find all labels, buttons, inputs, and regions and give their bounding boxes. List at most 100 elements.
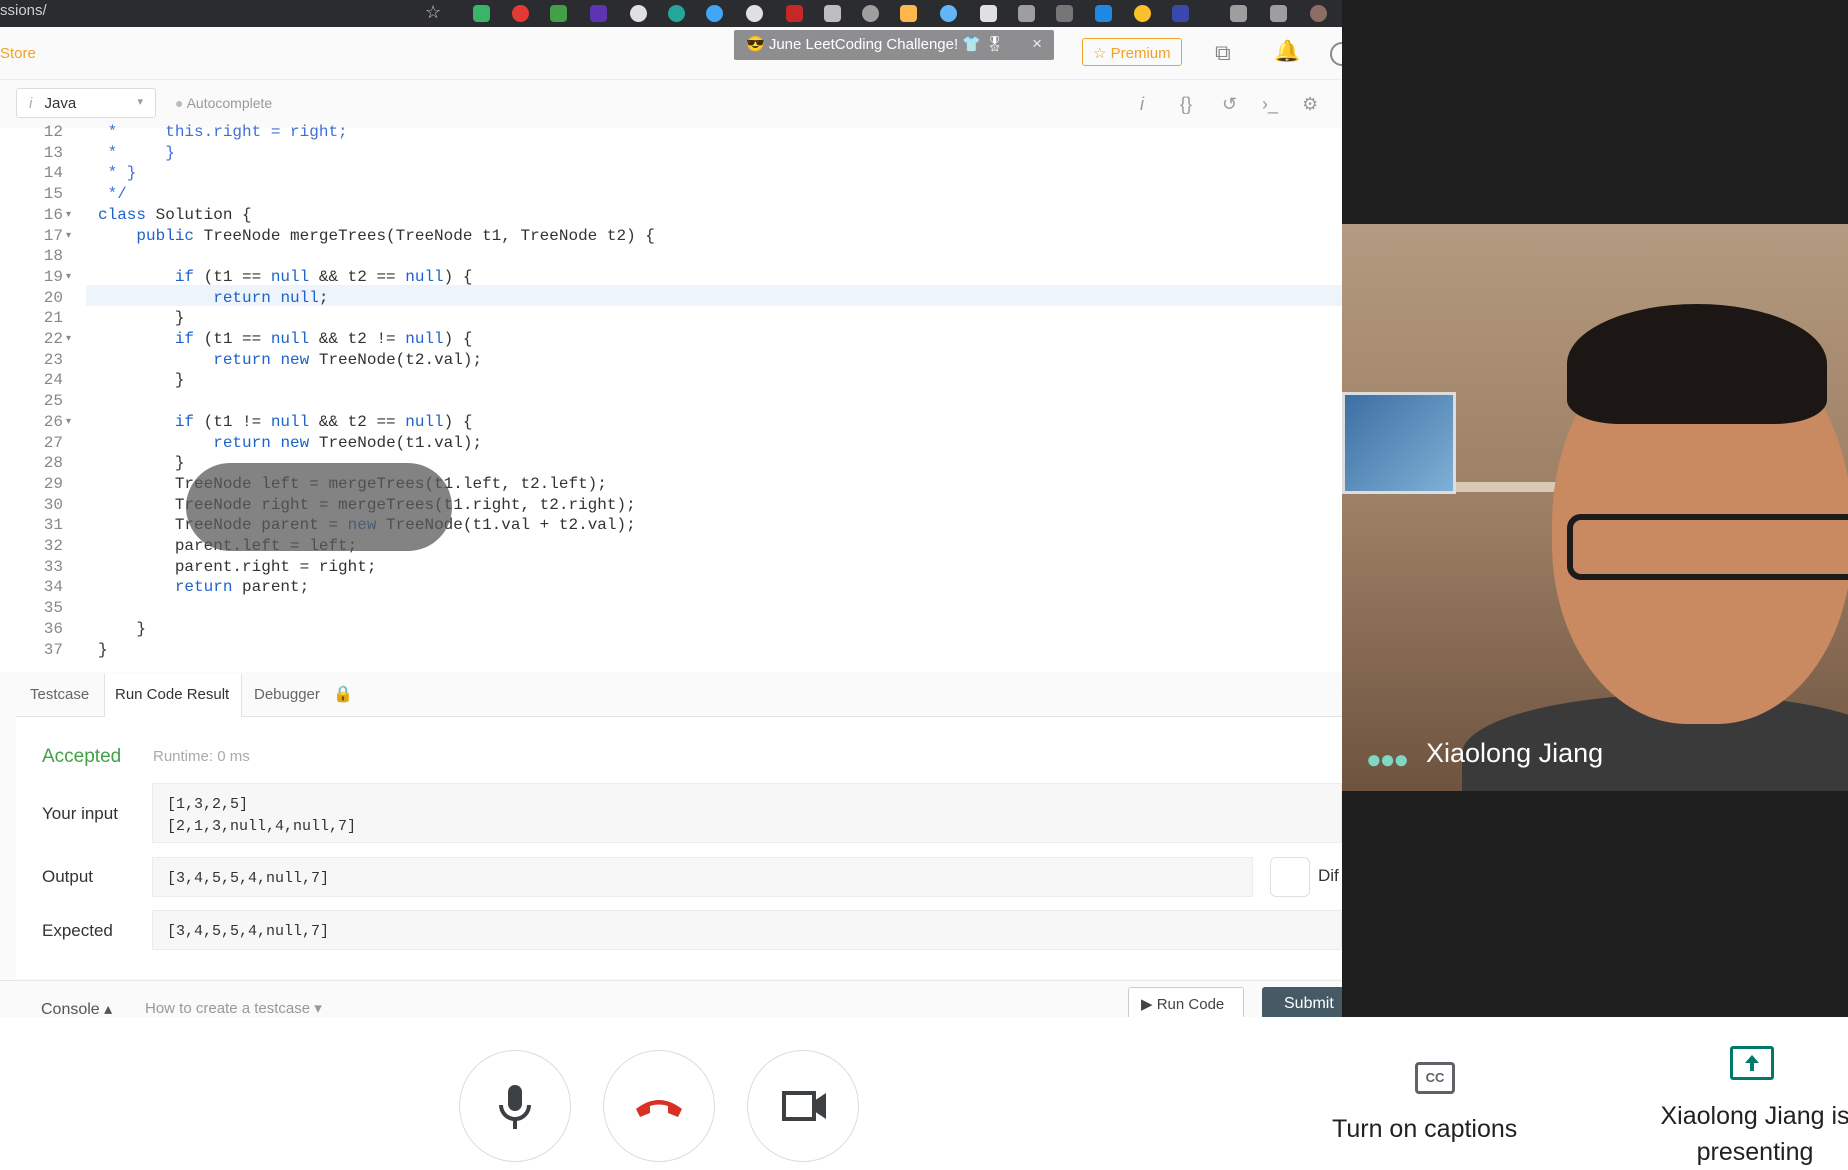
camera-button[interactable] [747,1050,859,1162]
present-icon[interactable] [1730,1046,1774,1080]
extension-icon[interactable] [1095,5,1112,22]
tab-testcase[interactable]: Testcase [30,686,89,703]
extension-icon[interactable] [746,5,763,22]
extension-icon[interactable] [590,5,607,22]
keyword-token: return [213,288,271,307]
reset-icon[interactable]: ↺ [1222,94,1237,115]
gear-icon[interactable]: ⚙ [1302,94,1318,115]
keyword-token: new [280,433,310,452]
extension-icon[interactable] [900,5,917,22]
keyword-token: if [174,412,195,431]
line-number: 35 [43,599,63,618]
language-label: Java [44,95,77,112]
fold-arrow-icon[interactable]: ▾ [66,329,71,350]
line-number: 22 [43,330,63,348]
extension-icon[interactable] [550,5,567,22]
extension-icon[interactable] [473,5,490,22]
video-person-hair [1567,304,1827,424]
extension-icon[interactable] [512,5,529,22]
format-code-icon[interactable]: {} [1180,94,1192,115]
line-number: 31 [43,516,63,535]
bookmark-star-icon[interactable]: ☆ [425,2,441,23]
line-number: 14 [43,164,63,183]
bell-icon[interactable]: 🔔 [1274,40,1300,64]
submit-button[interactable]: Submit [1262,987,1342,1017]
extension-icon[interactable] [980,5,997,22]
howto-testcase-link[interactable]: How to create a testcase ▾ [145,999,322,1017]
console-button[interactable]: Console ▴ [41,999,112,1017]
code-text: } [98,371,185,390]
extension-icon[interactable] [706,5,723,22]
arrow-up-icon [1745,1055,1759,1071]
run-code-button[interactable]: ▶ Run Code [1128,987,1244,1017]
keyword-token: if [174,267,195,286]
captions-icon[interactable]: CC [1415,1062,1455,1094]
extension-icon[interactable] [1172,5,1189,22]
extension-icon[interactable] [1056,5,1073,22]
extension-icon[interactable] [668,5,685,22]
tab-run-code-result[interactable]: Run Code Result [115,686,229,703]
keyword-token: null [405,412,444,431]
keyword-token: return [174,578,233,597]
extension-icon[interactable] [1134,5,1151,22]
fold-arrow-icon[interactable]: ▾ [66,205,71,226]
extension-icon[interactable] [630,5,647,22]
code-text: if (t1 == null && t2 != null) { [174,330,473,348]
extension-icon[interactable] [1018,5,1035,22]
more-options-icon[interactable]: ●●● [1366,744,1409,775]
playground-icon[interactable]: ⧉ [1215,40,1231,66]
participant-video[interactable] [1342,224,1848,791]
output-value: [3,4,5,5,4,null,7] [152,857,1253,897]
profile-avatar[interactable] [1310,5,1327,22]
console-icon[interactable]: ›_ [1262,94,1278,115]
info-icon: i [29,95,33,112]
language-select[interactable]: i Java ▾ [16,88,156,118]
keyword-token: if [174,330,195,348]
output-label: Output [42,867,94,886]
keyword-token: null [270,412,310,431]
challenge-banner[interactable]: 😎 June LeetCoding Challenge! 👕 🎖 × [734,30,1054,60]
cast-icon[interactable] [1230,5,1247,22]
keyword-token: new [280,350,310,369]
keyword-token: null [270,267,310,286]
line-number: 32 [43,537,63,555]
captions-button[interactable]: Turn on captions [1332,1115,1517,1144]
extension-icon[interactable] [862,5,879,22]
extension-icon[interactable] [940,5,957,22]
keyword-token: null [405,330,444,348]
extension-icon[interactable] [824,5,841,22]
keyword-token: null [280,288,319,307]
lock-icon: 🔒 [333,686,353,703]
fold-arrow-icon[interactable]: ▾ [66,412,71,433]
keyword-token: return [213,433,271,452]
autocomplete-toggle[interactable]: ● Autocomplete [175,95,272,111]
code-text: */ [98,185,127,204]
diff-toggle[interactable] [1270,857,1310,897]
store-link[interactable]: Store [0,45,36,62]
close-icon[interactable]: × [1032,34,1042,54]
line-number: 25 [43,392,63,411]
fold-arrow-icon[interactable]: ▾ [66,226,71,247]
tab-debugger[interactable]: Debugger [254,686,320,703]
presenting-status[interactable]: Xiaolong Jiang is presenting [1660,1098,1848,1170]
code-text: } [98,454,185,473]
fold-arrow-icon[interactable]: ▾ [66,267,71,288]
leave-call-button[interactable] [603,1050,715,1162]
camera-icon [782,1091,826,1121]
keyword-token: public [136,226,195,245]
line-number: 20 [43,288,63,307]
code-text: return new TreeNode(t1.val); [213,433,483,452]
line-number: 18 [43,247,63,266]
extension-icon[interactable] [786,5,803,22]
keyword-token: class [98,205,147,224]
info-icon[interactable]: i [1140,94,1144,115]
line-number: 12 [43,123,63,141]
premium-button[interactable]: ☆ Premium [1082,38,1182,66]
line-number: 27 [43,433,63,452]
url-text[interactable]: ssions/ [0,2,47,19]
autocomplete-dot: ● [175,95,187,111]
microphone-button[interactable] [459,1050,571,1162]
media-icon[interactable] [1270,5,1287,22]
line-number: 28 [43,454,63,473]
line-number: 30 [43,495,63,514]
